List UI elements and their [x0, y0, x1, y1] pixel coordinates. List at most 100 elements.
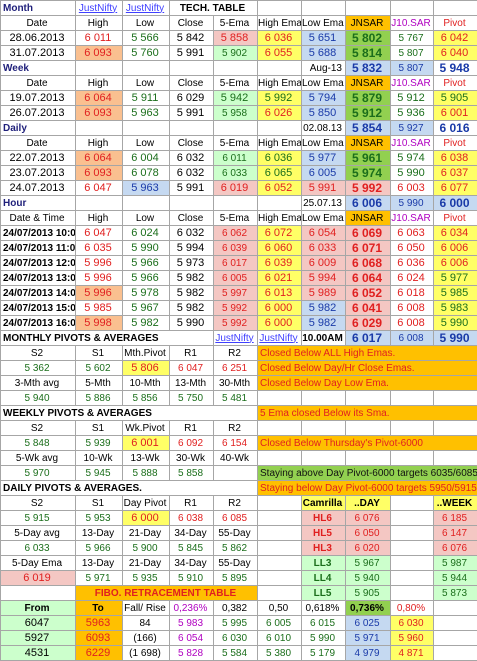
- col-highema-header: High Ema: [258, 136, 302, 151]
- avg-value: 5 481: [214, 391, 258, 406]
- s1-value: 5 939: [76, 436, 123, 451]
- hour-section-label: Hour: [1, 196, 76, 211]
- camrilla-level: LL3: [302, 556, 346, 571]
- week-j10sar-summary: 5 807: [391, 61, 434, 76]
- highema-cell: 6 055: [258, 46, 302, 61]
- hour-period: 25.07.13: [302, 196, 346, 211]
- avg-header: 5-Wk avg: [1, 451, 76, 466]
- close-cell: 6 032: [170, 166, 214, 181]
- staying-below-note: Staying below Day Pivot-6000 targets 595…: [258, 481, 477, 496]
- lowema-cell: 5 982: [302, 301, 346, 316]
- high-cell: 6 035: [76, 241, 123, 256]
- lowema-cell: 6 054: [302, 226, 346, 241]
- ema-header: 5-Day Ema: [1, 556, 76, 571]
- ema-value: 5 895: [214, 571, 258, 586]
- highema-cell: 6 072: [258, 226, 302, 241]
- pivot-cell: 6 006: [434, 241, 477, 256]
- datetime-cell: 24/07/2013 13:00: [1, 271, 76, 286]
- jnsar-cell: 6 071: [346, 241, 391, 256]
- s1-value: 5 602: [76, 361, 123, 376]
- col-datetime-header: Date & Time: [1, 211, 76, 226]
- month-row: 28.06.2013 6 011 5 566 5 842 5 858 6 036…: [1, 31, 477, 46]
- camrilla-level: LL5: [302, 586, 346, 601]
- fibo-to: 5963: [76, 616, 123, 631]
- pivot-header: Wk.Pivot: [123, 421, 170, 436]
- camrilla-level: HL6: [302, 511, 346, 526]
- s1-header: S1: [76, 421, 123, 436]
- highema-cell: 6 036: [258, 151, 302, 166]
- pivot-cell: 5 983: [434, 301, 477, 316]
- daily-ema-header-row: 5-Day Ema 13-Day 21-Day 34-Day 55-Day LL…: [1, 556, 477, 571]
- camrilla-week-header: ..WEEK: [434, 496, 477, 511]
- fibo-value: 5 179: [302, 646, 346, 661]
- daily-ema-row: 6 019 5 971 5 935 5 910 5 895 LL4 5 940 …: [1, 571, 477, 586]
- fibo-value: 5 995: [214, 616, 258, 631]
- highema-cell: 5 992: [258, 91, 302, 106]
- hour-j10sar-current: 6 008: [391, 331, 434, 346]
- camrilla-day-value: 5 967: [346, 556, 391, 571]
- daily-row: 22.07.2013 6 064 6 004 6 032 6 011 6 036…: [1, 151, 477, 166]
- col-highema-header: High Ema: [258, 16, 302, 31]
- col-j10sar-header: J10.SAR: [391, 16, 434, 31]
- j10sar-cell: 5 807: [391, 46, 434, 61]
- camrilla-week-value: 6 147: [434, 526, 477, 541]
- high-cell: 6 011: [76, 31, 123, 46]
- highema-cell: 6 000: [258, 301, 302, 316]
- high-cell: 5 996: [76, 286, 123, 301]
- col-jnsar-header: JNSAR: [346, 76, 391, 91]
- monthly-note: Closed Below Day Low Ema.: [258, 376, 477, 391]
- avg-header: 3-Mth avg: [1, 376, 76, 391]
- r1-header: R1: [170, 346, 214, 361]
- fibo-value: 6 005: [258, 616, 302, 631]
- camrilla-day-value: 6 020: [346, 541, 391, 556]
- high-cell: 6 047: [76, 181, 123, 196]
- low-cell: 5 966: [123, 256, 170, 271]
- close-cell: 5 982: [170, 301, 214, 316]
- col-pivot-header: Pivot: [434, 211, 477, 226]
- datetime-cell: 24/07/2013 10:00: [1, 226, 76, 241]
- jnsar-cell: 6 052: [346, 286, 391, 301]
- camrilla-day-value: 5 905: [346, 586, 391, 601]
- ema-value: 5 971: [76, 571, 123, 586]
- col-high-header: High: [76, 16, 123, 31]
- justnifty-link-2[interactable]: JustNifty: [123, 1, 170, 16]
- highema-cell: 6 065: [258, 166, 302, 181]
- col-date-header: Date: [1, 76, 76, 91]
- lowema-cell: 5 989: [302, 286, 346, 301]
- ema-header: 13-Day: [76, 556, 123, 571]
- fibo-level-header: 0,50: [258, 601, 302, 616]
- camrilla-header: Camrilla: [302, 496, 346, 511]
- r2-header: R2: [214, 496, 258, 511]
- weekly-note: Closed Below Thursday's Pivot-6000: [258, 436, 477, 451]
- low-cell: 5 966: [123, 271, 170, 286]
- col-jnsar-header: JNSAR: [346, 136, 391, 151]
- jnsar-cell: 5 802: [346, 31, 391, 46]
- jnsar-cell: 5 961: [346, 151, 391, 166]
- ema5-cell: 6 033: [214, 166, 258, 181]
- daily-pivot-header-row: S2 S1 Day Pivot R1 R2 Camrilla ..DAY ..W…: [1, 496, 477, 511]
- fibo-value: 5 380: [258, 646, 302, 661]
- monthly-avg-row: 5 940 5 886 5 856 5 750 5 481: [1, 391, 477, 406]
- highema-cell: 6 013: [258, 286, 302, 301]
- justnifty-link-1[interactable]: JustNifty: [76, 1, 123, 16]
- high-cell: 6 047: [76, 226, 123, 241]
- close-cell: 5 991: [170, 46, 214, 61]
- col-high-header: High: [76, 211, 123, 226]
- avg-value: 5 886: [76, 391, 123, 406]
- s1-header: S1: [76, 346, 123, 361]
- datetime-cell: 24/07/2013 16:00: [1, 316, 76, 331]
- monthly-pivot-header-row: S2 S1 Mth.Pivot R1 R2 Closed Below ALL H…: [1, 346, 477, 361]
- camrilla-day-value: 6 050: [346, 526, 391, 541]
- close-cell: 5 991: [170, 181, 214, 196]
- r1-value: 6 047: [170, 361, 214, 376]
- highema-cell: 6 026: [258, 106, 302, 121]
- monthly-pivots-title: MONTHLY PIVOTS & AVERAGES: [1, 331, 214, 346]
- low-cell: 6 004: [123, 151, 170, 166]
- fibo-value: 6 010: [258, 631, 302, 646]
- justnifty-link-3[interactable]: JustNifty: [214, 331, 258, 346]
- j10sar-cell: 6 018: [391, 286, 434, 301]
- month-header-row: Date High Low Close 5-Ema High Ema Low E…: [1, 16, 477, 31]
- close-cell: 6 029: [170, 91, 214, 106]
- fibo-row: 5927 6093 (166) 6 054 6 030 6 010 5 990 …: [1, 631, 477, 646]
- justnifty-link-4[interactable]: JustNifty: [258, 331, 302, 346]
